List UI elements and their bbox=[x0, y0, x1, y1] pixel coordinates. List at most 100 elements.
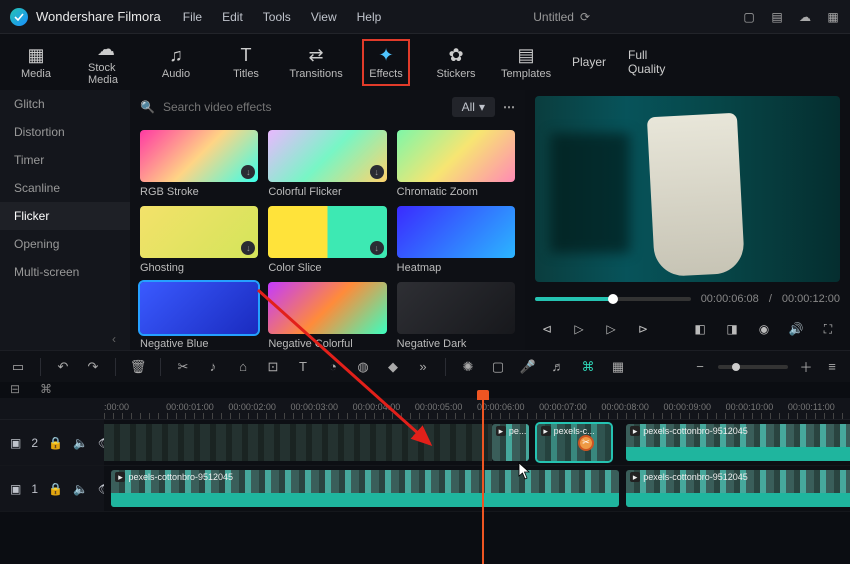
module-titles[interactable]: TTitles bbox=[222, 41, 270, 84]
module-transitions[interactable]: ⇄Transitions bbox=[292, 41, 340, 84]
effect-card[interactable]: ↓Ghosting bbox=[140, 206, 258, 274]
sidebar-item-opening[interactable]: Opening bbox=[0, 230, 130, 258]
text-icon[interactable]: T bbox=[295, 359, 311, 375]
effect-thumb[interactable]: ↓ bbox=[268, 130, 386, 182]
module-templates[interactable]: ▤Templates bbox=[502, 41, 550, 84]
play-icon[interactable]: ▷ bbox=[603, 321, 619, 337]
filter-dropdown[interactable]: All▾ bbox=[452, 97, 495, 117]
mark-out-icon[interactable]: ◨ bbox=[724, 321, 740, 337]
menu-edit[interactable]: Edit bbox=[222, 10, 243, 24]
effect-card[interactable]: ↓Color Slice bbox=[268, 206, 386, 274]
sidebar-item-distortion[interactable]: Distortion bbox=[0, 118, 130, 146]
sidebar-scroll-left-icon[interactable]: ‹ bbox=[112, 332, 116, 346]
sidebar-item-multiscreen[interactable]: Multi-screen bbox=[0, 258, 130, 286]
grid-icon[interactable]: ▦ bbox=[826, 10, 840, 24]
effect-thumb[interactable]: ↓ bbox=[140, 130, 258, 182]
download-icon[interactable]: ↓ bbox=[241, 241, 255, 255]
effect-thumb[interactable] bbox=[268, 282, 386, 334]
undo-icon[interactable]: ↶ bbox=[55, 359, 71, 375]
effect-thumb[interactable] bbox=[140, 282, 258, 334]
module-audio[interactable]: ♫Audio bbox=[152, 41, 200, 84]
effect-thumb[interactable] bbox=[397, 130, 515, 182]
magnet-icon[interactable]: ⌘ bbox=[580, 359, 596, 375]
delete-icon[interactable]: 🗑 bbox=[130, 359, 146, 375]
fit-icon[interactable]: ▭ bbox=[10, 359, 26, 375]
sidebar-item-flicker[interactable]: Flicker bbox=[0, 202, 130, 230]
effect-thumb[interactable]: ↓ bbox=[140, 206, 258, 258]
marker-icon[interactable]: ▦ bbox=[610, 359, 626, 375]
player-tab[interactable]: Player bbox=[572, 55, 606, 69]
mute-icon[interactable]: 🔈 bbox=[73, 436, 88, 450]
lock-icon[interactable]: 🔒 bbox=[48, 436, 63, 450]
module-effects[interactable]: ✦Effects bbox=[362, 39, 410, 86]
camera-icon[interactable]: ◉ bbox=[756, 321, 772, 337]
module-media[interactable]: ▦Media bbox=[12, 41, 60, 84]
timeline-settings-icon[interactable]: ≡ bbox=[824, 359, 840, 375]
download-icon[interactable]: ↓ bbox=[241, 165, 255, 179]
collapse-icon[interactable]: ⊟ bbox=[10, 382, 26, 398]
play-back-icon[interactable]: ▷ bbox=[571, 321, 587, 337]
keyframe-icon[interactable]: ◆ bbox=[385, 359, 401, 375]
music-icon[interactable]: ♪ bbox=[205, 359, 221, 375]
module-stock[interactable]: ☁Stock Media bbox=[82, 35, 130, 90]
timeline-ruler[interactable]: :00:0000:00:01:0000:00:02:0000:00:03:000… bbox=[0, 398, 850, 420]
lock-icon[interactable]: 🔒 bbox=[48, 482, 63, 496]
effect-card[interactable]: Negative Colorful bbox=[268, 282, 386, 350]
clip-selected[interactable]: ▸pexels-c... bbox=[537, 424, 612, 461]
search-input[interactable] bbox=[163, 100, 444, 114]
effect-thumb[interactable] bbox=[397, 206, 515, 258]
volume-icon[interactable]: 🔊 bbox=[788, 321, 804, 337]
effect-card[interactable]: ↓RGB Stroke bbox=[140, 130, 258, 198]
mark-in-icon[interactable]: ◧ bbox=[692, 321, 708, 337]
split-icon[interactable]: ✂ bbox=[175, 359, 191, 375]
menu-tools[interactable]: Tools bbox=[263, 10, 291, 24]
effect-overlay-clip[interactable] bbox=[104, 424, 492, 461]
effect-card[interactable]: ↓Colorful Flicker bbox=[268, 130, 386, 198]
clip-tail[interactable]: ▸pexels-cottonbro-9512045 bbox=[626, 424, 850, 461]
save-icon[interactable]: ▤ bbox=[770, 10, 784, 24]
playhead[interactable] bbox=[482, 398, 484, 564]
split-marker[interactable]: ✂ bbox=[578, 435, 594, 451]
effect-card[interactable]: Chromatic Zoom bbox=[397, 130, 515, 198]
zoom-slider[interactable] bbox=[718, 365, 788, 369]
zoom-in-icon[interactable]: ＋ bbox=[798, 359, 814, 375]
color-icon[interactable]: ◍ bbox=[355, 359, 371, 375]
prev-frame-icon[interactable]: ⊲ bbox=[539, 321, 555, 337]
module-stickers[interactable]: ✿Stickers bbox=[432, 41, 480, 84]
menu-file[interactable]: File bbox=[183, 10, 202, 24]
effect-card[interactable]: Negative Blue bbox=[140, 282, 258, 350]
speed-icon[interactable]: ◔ bbox=[325, 359, 341, 375]
preview-video[interactable] bbox=[535, 96, 840, 282]
tag-icon[interactable]: ⌂ bbox=[235, 359, 251, 375]
more-icon[interactable]: » bbox=[415, 359, 431, 375]
more-button[interactable]: ⋯ bbox=[503, 100, 515, 114]
effect-card[interactable]: Negative Dark bbox=[397, 282, 515, 350]
clip-main[interactable]: ▸pexels-cottonbro-9512045 bbox=[111, 470, 618, 507]
menu-help[interactable]: Help bbox=[357, 10, 382, 24]
effect-thumb[interactable] bbox=[397, 282, 515, 334]
download-icon[interactable]: ↓ bbox=[370, 165, 384, 179]
sidebar-item-glitch[interactable]: Glitch bbox=[0, 90, 130, 118]
mixer-icon[interactable]: ♬ bbox=[550, 359, 566, 375]
quality-dropdown[interactable]: Full Quality bbox=[628, 48, 668, 76]
layout-icon[interactable]: ▢ bbox=[742, 10, 756, 24]
effect-card[interactable]: Heatmap bbox=[397, 206, 515, 274]
playback-scrubber[interactable] bbox=[535, 297, 691, 301]
sidebar-item-timer[interactable]: Timer bbox=[0, 146, 130, 174]
mute-icon[interactable]: 🔈 bbox=[73, 482, 88, 496]
download-icon[interactable]: ↓ bbox=[370, 241, 384, 255]
link-icon[interactable]: ⌘ bbox=[40, 382, 56, 398]
redo-icon[interactable]: ↷ bbox=[85, 359, 101, 375]
enhance-icon[interactable]: ✺ bbox=[460, 359, 476, 375]
mic-icon[interactable]: 🎤 bbox=[520, 359, 536, 375]
sidebar-item-scanline[interactable]: Scanline bbox=[0, 174, 130, 202]
effect-thumb[interactable]: ↓ bbox=[268, 206, 386, 258]
zoom-out-icon[interactable]: − bbox=[692, 359, 708, 375]
next-frame-icon[interactable]: ⊳ bbox=[635, 321, 651, 337]
fullscreen-icon[interactable]: ⛶ bbox=[820, 321, 836, 337]
cloud-icon[interactable]: ☁ bbox=[798, 10, 812, 24]
clip-pre-split[interactable]: ▸pe... bbox=[492, 424, 529, 461]
crop-icon[interactable]: ⊡ bbox=[265, 359, 281, 375]
clip-main-2[interactable]: ▸pexels-cottonbro-9512045 bbox=[626, 470, 850, 507]
menu-view[interactable]: View bbox=[311, 10, 337, 24]
